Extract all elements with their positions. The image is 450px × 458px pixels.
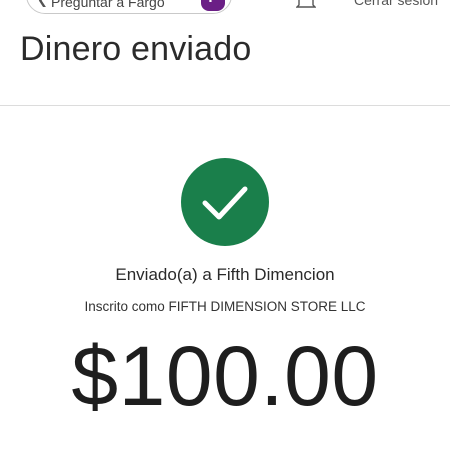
fargo-logo-icon: F (201, 0, 225, 11)
top-bar: ❮ Preguntar a Fargo F Cerrar sesión (0, 0, 450, 26)
screen: ❮ Preguntar a Fargo F Cerrar sesión Dine… (0, 0, 450, 458)
header-divider (0, 105, 450, 106)
bell-icon[interactable] (296, 0, 316, 8)
check-circle-icon (181, 158, 269, 246)
chevron-left-icon: ❮ (37, 0, 48, 6)
sent-to-text: Enviado(a) a Fifth Dimencion (115, 265, 335, 284)
page-title: Dinero enviado (20, 30, 252, 68)
sign-off-link[interactable]: Cerrar sesión (354, 0, 438, 8)
ask-fargo-label: Preguntar a Fargo (51, 0, 165, 10)
amount-sent: $100.00 (71, 329, 379, 423)
ask-fargo-button[interactable]: ❮ Preguntar a Fargo F (26, 0, 232, 14)
registered-as-text: Inscrito como FIFTH DIMENSION STORE LLC (84, 299, 366, 314)
